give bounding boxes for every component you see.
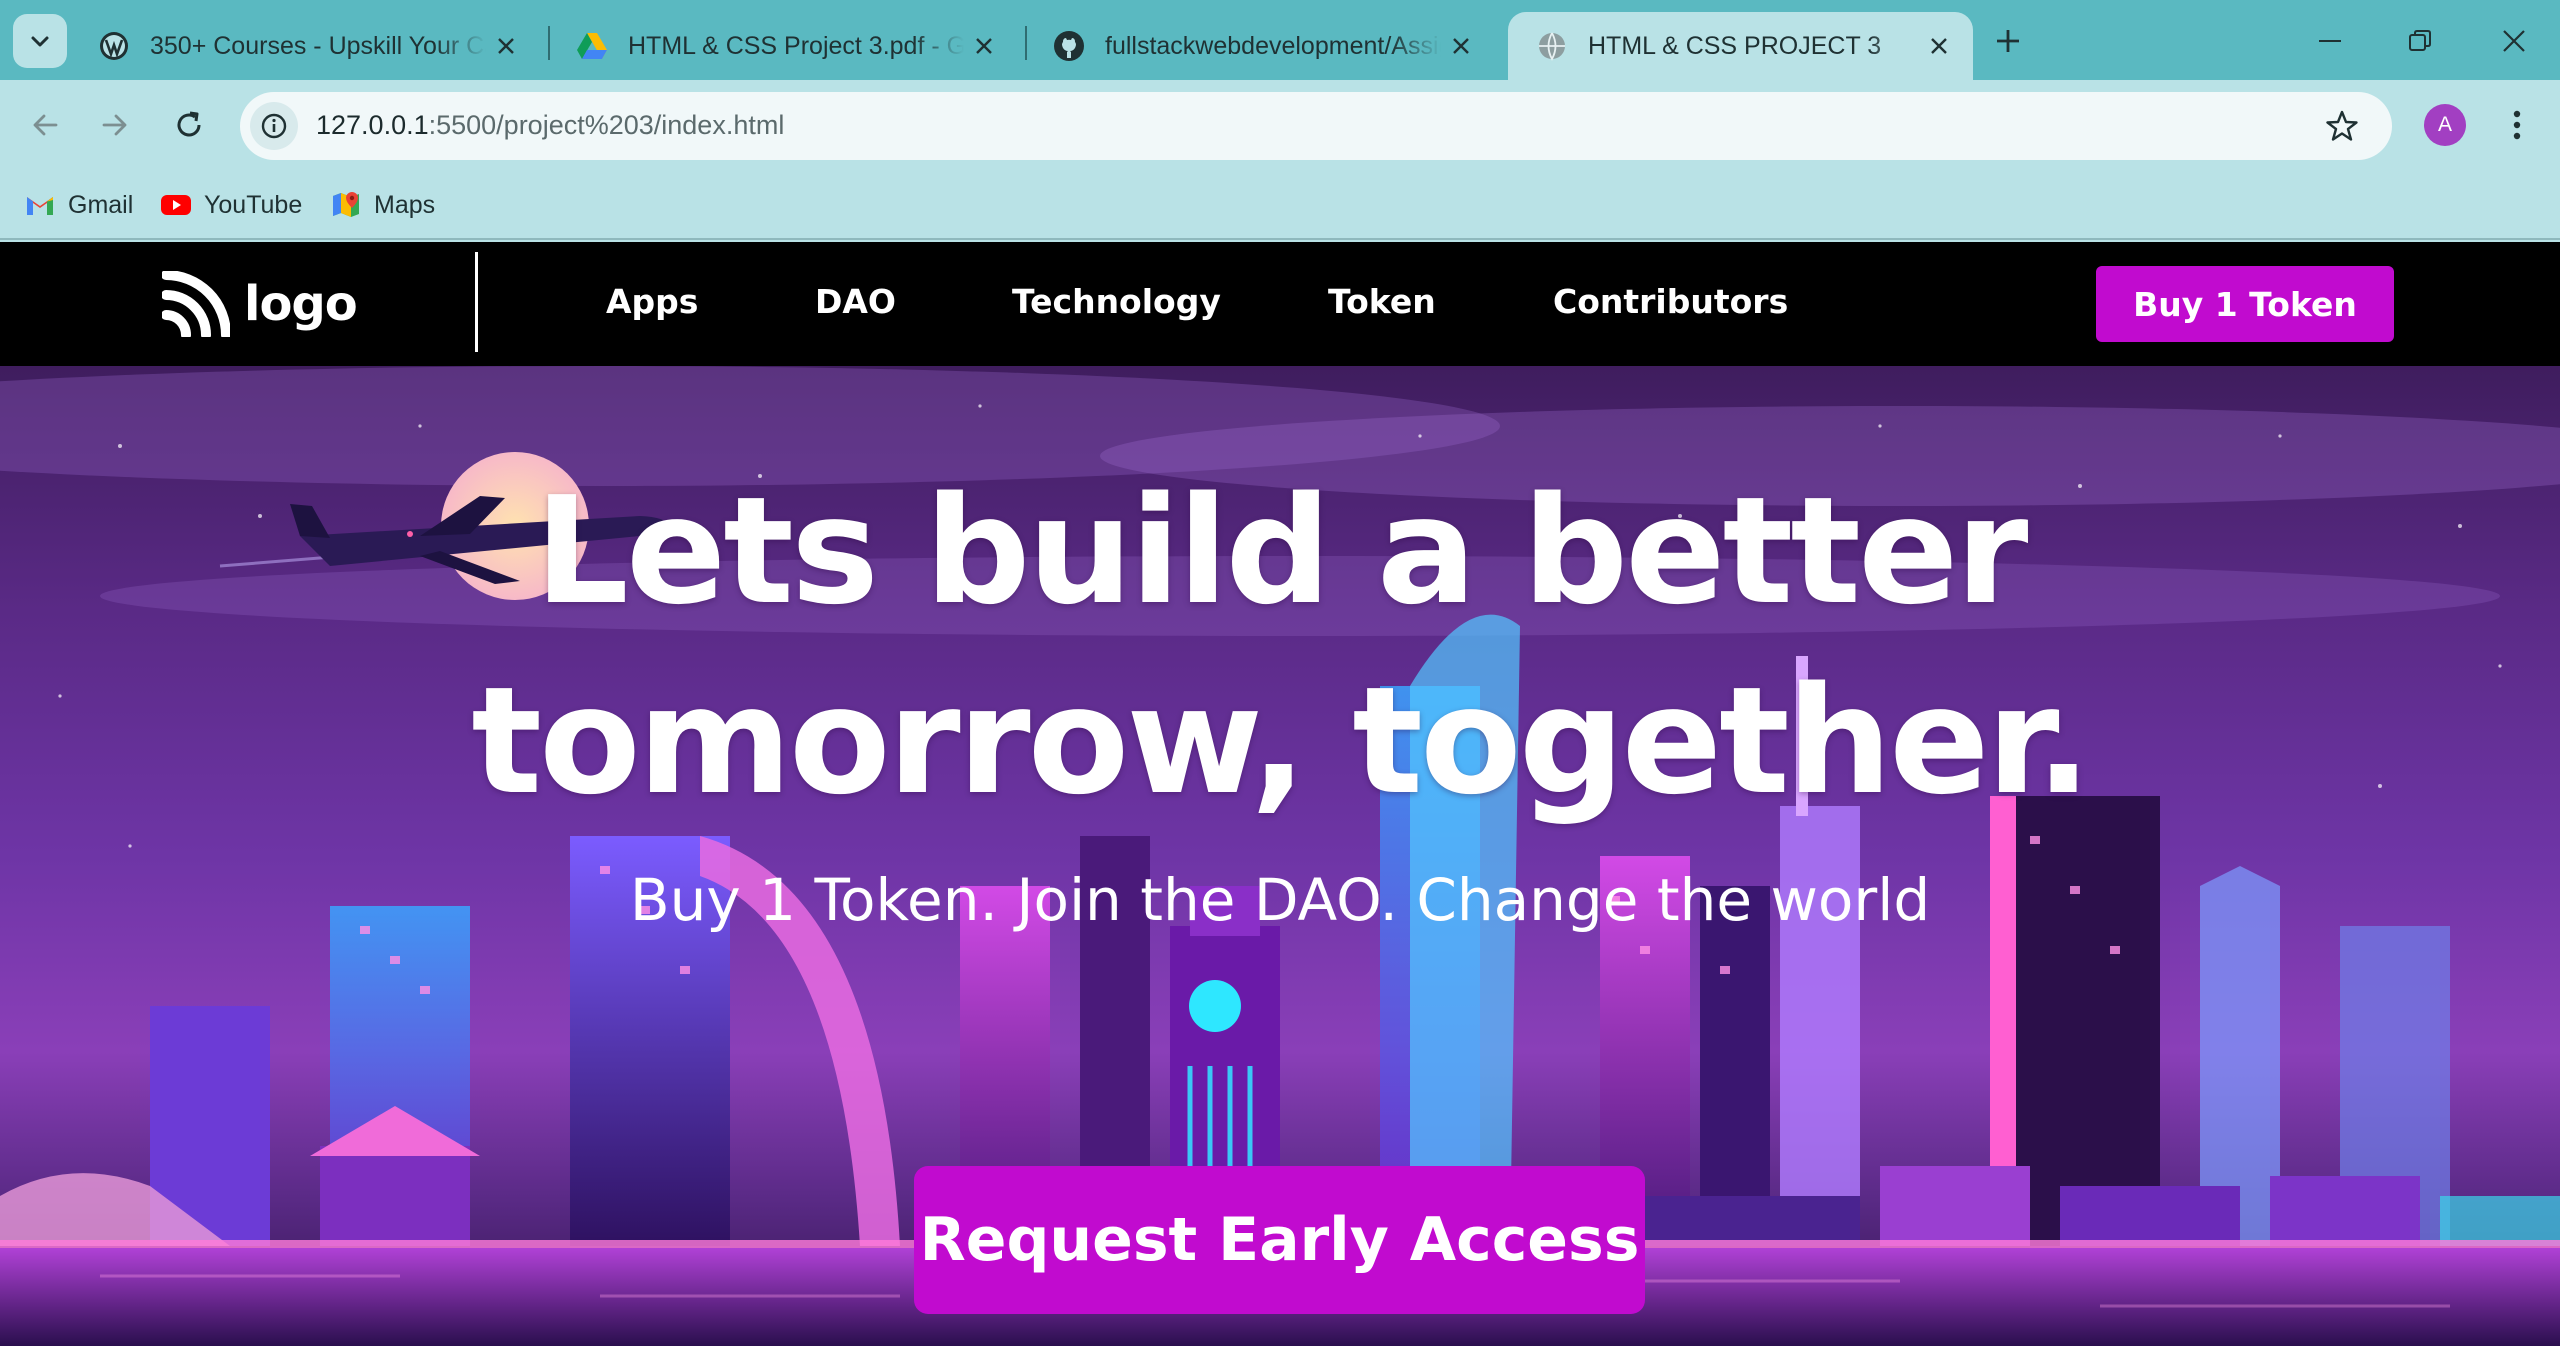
web-page: logo Apps DAO Technology Token Contribut… [0,242,2560,1346]
request-early-access-button[interactable]: Request Early Access [914,1166,1645,1314]
nav-link-technology[interactable]: Technology [1012,282,1221,321]
arrow-right-icon [102,114,127,136]
profile-avatar[interactable]: A [2424,104,2466,146]
nav-divider [475,252,478,352]
maps-icon [330,189,362,221]
url-text[interactable]: 127.0.0.1:5500/project%203/index.html [316,110,784,141]
tab-google-drive[interactable]: HTML & CSS Project 3.pdf - Google Drive [548,12,1018,80]
restore-icon [2409,30,2431,51]
more-vertical-icon [2513,110,2521,140]
chevron-down-icon [31,36,49,47]
site-header: logo Apps DAO Technology Token Contribut… [0,242,2560,366]
bookmark-label: Maps [374,190,436,219]
close-tab-icon[interactable] [964,26,1004,66]
back-button[interactable] [22,102,68,148]
forward-button[interactable] [92,102,138,148]
buy-token-button[interactable]: Buy 1 Token [2096,266,2394,342]
tab-courses[interactable]: 350+ Courses - Upskill Your Career [70,12,540,80]
url-host: 127.0.0.1 [316,110,429,140]
star-icon [2326,110,2358,141]
url-path: :5500/project%203/index.html [428,110,785,140]
bookmark-gmail[interactable]: Gmail [24,185,133,225]
tab-strip: 350+ Courses - Upskill Your Career HTML … [0,0,2560,80]
bookmark-youtube[interactable]: YouTube [160,185,302,225]
bookmark-label: YouTube [204,190,303,219]
globe-icon [1536,30,1568,62]
browser-menu-button[interactable] [2494,102,2540,148]
reload-button[interactable] [166,102,212,148]
new-tab-button[interactable] [1985,18,2031,64]
arrow-left-icon [33,114,58,136]
close-tab-icon[interactable] [1441,26,1481,66]
bookmark-star-button[interactable] [2322,106,2362,146]
minimize-icon [2319,40,2341,42]
restore-button[interactable] [2390,14,2450,68]
tab-title: fullstackwebdevelopment/Assignments [1105,31,1441,60]
close-icon [2503,30,2525,52]
tab-github[interactable]: fullstackwebdevelopment/Assignments [1025,12,1495,80]
address-bar[interactable]: 127.0.0.1:5500/project%203/index.html [240,92,2392,160]
close-tab-icon[interactable] [1919,26,1959,66]
tab-title: HTML & CSS Project 3.pdf - Google Drive [628,31,964,60]
nav-link-token[interactable]: Token [1328,282,1436,321]
gmail-icon [24,189,56,221]
bookmarks-bar: Gmail YouTube Maps [0,170,2560,240]
reload-icon [177,111,201,137]
hero-title-line-1: Lets build a better [534,465,2029,637]
nav-link-apps[interactable]: Apps [606,282,698,321]
close-window-button[interactable] [2484,14,2544,68]
hero-title-line-2: tomorrow, together. [471,655,2091,827]
rss-logo-icon [162,271,230,337]
youtube-icon [160,189,192,221]
info-icon [261,113,287,139]
nav-link-dao[interactable]: DAO [815,282,896,321]
logo-text: logo [244,276,358,332]
tab-title: HTML & CSS PROJECT 3 [1588,31,1882,60]
site-info-button[interactable] [250,102,298,150]
tab-search-button[interactable] [13,14,67,68]
browser-toolbar: 127.0.0.1:5500/project%203/index.html A [0,80,2560,170]
minimize-button[interactable] [2300,14,2360,68]
tab-title: 350+ Courses - Upskill Your Career [150,31,486,60]
wordpress-icon [98,30,130,62]
bookmark-label: Gmail [68,190,134,219]
tab-html-css-project-3[interactable]: HTML & CSS PROJECT 3 [1508,12,1973,80]
site-logo[interactable]: logo [162,268,358,340]
nav-link-contributors[interactable]: Contributors [1553,282,1788,321]
bookmark-maps[interactable]: Maps [330,185,435,225]
hero-section: Lets build a better tomorrow, together. … [0,366,2560,1346]
plus-icon [1997,30,2019,52]
google-drive-icon [576,30,608,62]
hero-subtitle: Buy 1 Token. Join the DAO. Change the wo… [629,866,1931,934]
github-icon [1053,30,1085,62]
close-tab-icon[interactable] [486,26,526,66]
